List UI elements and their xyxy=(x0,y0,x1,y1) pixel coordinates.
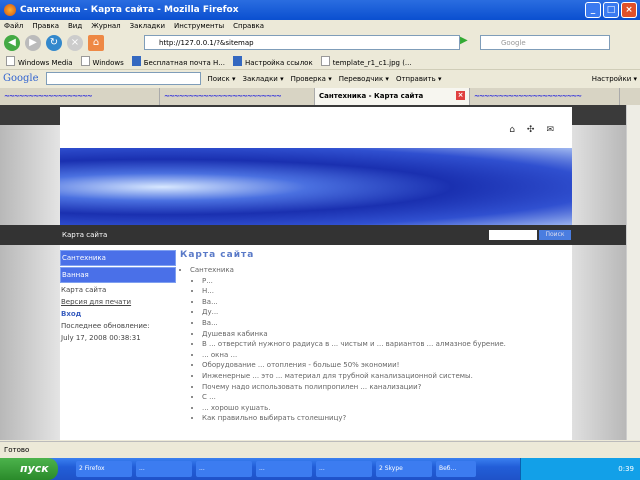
tab[interactable]: ~~~~~~~~~~~~~~~~~~~~~~~~ xyxy=(160,88,315,105)
google-settings-button[interactable]: Настройки ▾ xyxy=(592,75,637,83)
sidebar-item-vannaya[interactable]: Ванная xyxy=(60,267,176,283)
taskbar-item[interactable]: Веб... xyxy=(436,461,476,477)
taskbar: пуск 2 Firefox ... ... ... ... 2 Skype В… xyxy=(0,458,640,480)
google-bookmarks-button[interactable]: Закладки ▾ xyxy=(242,75,283,83)
vertical-scrollbar[interactable] xyxy=(626,105,640,440)
start-button[interactable]: пуск xyxy=(0,458,58,480)
sidebar-item-santehnika[interactable]: Сантехника xyxy=(60,250,176,266)
tab[interactable]: ~~~~~~~~~~~~~~~~~~~~~~ xyxy=(470,88,620,105)
login-link[interactable]: Вход xyxy=(60,308,176,320)
sitemap-link[interactable]: Ду... xyxy=(202,307,570,318)
bookmark-item[interactable]: Windows xyxy=(81,56,124,67)
title-bar: Сантехника - Карта сайта - Mozilla Firef… xyxy=(0,0,640,20)
google-search-button[interactable]: Поиск ▾ xyxy=(208,75,236,83)
google-search-input[interactable] xyxy=(45,72,201,85)
bookmark-item[interactable]: Настройка ссылок xyxy=(233,56,313,67)
updated-value: July 17, 2008 00:38:31 xyxy=(61,334,141,342)
google-logo: Google xyxy=(3,73,39,84)
close-button[interactable]: × xyxy=(621,2,637,18)
menu-bar: Файл Правка Вид Журнал Закладки Инструме… xyxy=(0,20,640,32)
site-nav-bar: Карта сайта Поиск xyxy=(0,225,626,245)
close-tab-icon[interactable]: × xyxy=(456,91,465,100)
tab-bar: ~~~~~~~~~~~~~~~~~~ ~~~~~~~~~~~~~~~~~~~~~… xyxy=(0,88,640,105)
reload-icon[interactable]: ↻ xyxy=(46,35,62,51)
taskbar-item[interactable]: 2 Skype xyxy=(376,461,432,477)
taskbar-item[interactable]: ... xyxy=(196,461,252,477)
site-search-input[interactable] xyxy=(489,230,537,240)
sitemap-link[interactable]: Ва... xyxy=(202,297,570,308)
sitemap-icon[interactable]: ✣ xyxy=(527,125,535,135)
google-translate-button[interactable]: Переводчик ▾ xyxy=(339,75,389,83)
search-input[interactable]: Google xyxy=(480,35,610,50)
tab[interactable]: ~~~~~~~~~~~~~~~~~~ xyxy=(0,88,160,105)
sidebar-item-sitemap: Карта сайта xyxy=(61,286,107,294)
forward-icon[interactable]: ▶ xyxy=(25,35,41,51)
updated-label: Последнее обновление: xyxy=(61,322,150,330)
menu-tools[interactable]: Инструменты xyxy=(174,22,224,30)
menu-view[interactable]: Вид xyxy=(68,22,82,30)
sidebar: Сантехника Ванная Карта сайта Версия для… xyxy=(60,250,176,344)
sitemap-root[interactable]: Сантехника xyxy=(190,266,234,274)
sitemap-link[interactable]: Как правильно выбирать столешницу? xyxy=(202,413,570,424)
page-viewport: ⌂ ✣ ✉ Карта сайта Поиск Сантехника Ванная … xyxy=(0,105,626,440)
taskbar-item[interactable]: ... xyxy=(136,461,192,477)
sitemap-link[interactable]: Н... xyxy=(202,286,570,297)
sitemap-link[interactable]: Оборудование ... отопления - больше 50% … xyxy=(202,360,570,371)
sitemap-link[interactable]: Р... xyxy=(202,276,570,287)
tab-label: Сантехника - Карта сайта xyxy=(319,92,424,100)
sitemap-link[interactable]: Ва... xyxy=(202,318,570,329)
bookmark-item[interactable]: Бесплатная почта Н... xyxy=(132,56,225,67)
system-tray: 0:39 xyxy=(520,458,640,480)
page-title: Карта сайта xyxy=(180,250,255,260)
bookmarks-toolbar: Windows Media Windows Бесплатная почта Н… xyxy=(0,55,640,68)
content: Карта сайта Сантехника Р...Н...Ва...Ду..… xyxy=(180,250,570,424)
firefox-icon xyxy=(4,4,16,16)
mail-icon[interactable]: ✉ xyxy=(546,125,554,135)
maximize-button[interactable]: □ xyxy=(603,2,619,18)
menu-history[interactable]: Журнал xyxy=(91,22,120,30)
site-search-button[interactable]: Поиск xyxy=(539,230,571,240)
site-container: ⌂ ✣ ✉ Карта сайта Поиск Сантехника Ванная … xyxy=(0,107,626,440)
stop-icon[interactable]: × xyxy=(67,35,83,51)
taskbar-item[interactable]: 2 Firefox xyxy=(76,461,132,477)
bookmark-item[interactable]: template_r1_c1.jpg (... xyxy=(321,56,412,67)
taskbar-item[interactable]: ... xyxy=(316,461,372,477)
sitemap-link[interactable]: С ... xyxy=(202,392,570,403)
home-icon[interactable]: ⌂ xyxy=(88,35,104,51)
header-banner xyxy=(60,148,572,226)
sitemap-link[interactable]: Почему надо использовать полипропилен ..… xyxy=(202,382,570,393)
home-icon[interactable]: ⌂ xyxy=(509,125,515,135)
menu-help[interactable]: Справка xyxy=(233,22,264,30)
back-icon[interactable]: ◀ xyxy=(4,35,20,51)
nav-label: Карта сайта xyxy=(62,231,108,239)
clock: 0:39 xyxy=(618,465,634,473)
bookmark-item[interactable]: Windows Media xyxy=(6,56,73,67)
menu-edit[interactable]: Правка xyxy=(32,22,59,30)
status-bar: Готово xyxy=(0,441,640,457)
tab-active[interactable]: Сантехника - Карта сайта × xyxy=(315,88,470,105)
sitemap-link[interactable]: ... окна ... xyxy=(202,350,570,361)
menu-bookmarks[interactable]: Закладки xyxy=(130,22,165,30)
minimize-button[interactable]: _ xyxy=(585,2,601,18)
menu-file[interactable]: Файл xyxy=(4,22,23,30)
google-toolbar: Google Поиск ▾ Закладки ▾ Проверка ▾ Пер… xyxy=(0,69,640,87)
sitemap-link[interactable]: ... хорошо кушать. xyxy=(202,403,570,414)
url-input[interactable]: http://127.0.0.1/?&sitemap xyxy=(144,35,460,50)
taskbar-item[interactable]: ... xyxy=(256,461,312,477)
sitemap-link[interactable]: Инженерные ... это ... материал для труб… xyxy=(202,371,570,382)
window-title: Сантехника - Карта сайта - Mozilla Firef… xyxy=(20,5,239,15)
sitemap-link[interactable]: В ... отверстий нужного радиуса в ... чи… xyxy=(202,339,570,350)
sitemap-link[interactable]: Душевая кабинка xyxy=(202,329,570,340)
google-send-button[interactable]: Отправить ▾ xyxy=(396,75,442,83)
print-version-link[interactable]: Версия для печати xyxy=(60,296,176,308)
go-icon[interactable]: ▶ xyxy=(460,35,474,50)
google-spellcheck-button[interactable]: Проверка ▾ xyxy=(291,75,332,83)
